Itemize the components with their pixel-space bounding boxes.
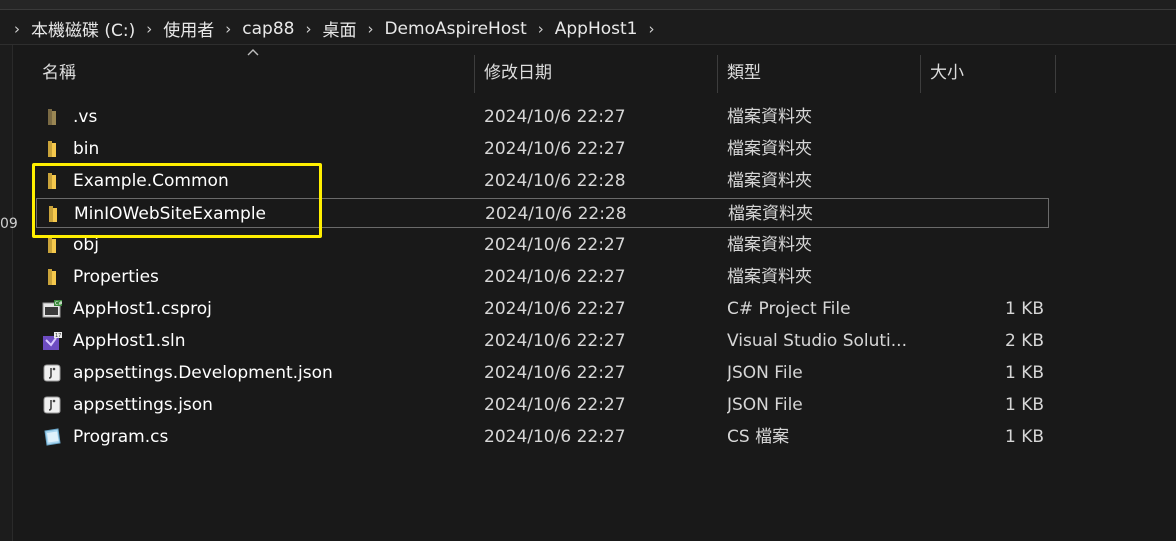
navigation-pane-fragment: 09	[0, 216, 18, 232]
file-date: 2024/10/6 22:27	[484, 267, 626, 287]
file-type: 檔案資料夾	[727, 171, 812, 191]
navigation-pane-edge	[0, 45, 13, 541]
file-size	[916, 230, 1044, 260]
file-row[interactable]: bin 2024/10/6 22:27 檔案資料夾	[36, 134, 1049, 164]
file-name: Properties	[73, 267, 159, 287]
svg-text:C#: C#	[55, 301, 62, 307]
file-row[interactable]: Program.cs 2024/10/6 22:27 CS 檔案 1 KB	[36, 422, 1049, 452]
chevron-right-icon[interactable]: ›	[6, 20, 28, 38]
title-bar-strip	[0, 0, 1176, 10]
folder-icon	[48, 237, 56, 253]
file-date: 2024/10/6 22:27	[484, 427, 626, 447]
file-date: 2024/10/6 22:27	[484, 299, 626, 319]
chevron-right-icon[interactable]: ›	[297, 20, 319, 38]
file-size	[916, 102, 1044, 132]
visual-studio-icon: 17	[43, 332, 62, 350]
file-date: 2024/10/6 22:27	[484, 107, 626, 127]
file-type: C# Project File	[727, 299, 851, 319]
file-name: .vs	[73, 107, 98, 127]
folder-icon	[48, 269, 56, 285]
breadcrumb: › 本機磁碟 (C:) › 使用者 › cap88 › 桌面 › DemoAsp…	[6, 16, 663, 42]
breadcrumb-item-user[interactable]: cap88	[239, 19, 297, 39]
file-type: Visual Studio Soluti...	[727, 331, 907, 351]
column-divider[interactable]	[474, 55, 475, 93]
file-date: 2024/10/6 22:27	[484, 363, 626, 383]
file-row[interactable]: C# AppHost1.csproj 2024/10/6 22:27 C# Pr…	[36, 294, 1049, 324]
title-bar-segment	[0, 0, 1000, 9]
chevron-right-icon[interactable]: ›	[359, 20, 381, 38]
column-divider[interactable]	[920, 55, 921, 93]
chevron-right-icon[interactable]: ›	[217, 20, 239, 38]
breadcrumb-item-drive[interactable]: 本機磁碟 (C:)	[28, 16, 138, 41]
column-divider[interactable]	[1055, 55, 1056, 93]
file-name: Program.cs	[73, 427, 169, 447]
column-divider[interactable]	[717, 55, 718, 93]
breadcrumb-item-project[interactable]: DemoAspireHost	[381, 19, 529, 39]
file-type: 檔案資料夾	[727, 267, 812, 287]
file-type: JSON File	[727, 363, 803, 383]
file-type: 檔案資料夾	[727, 139, 812, 159]
file-size	[916, 134, 1044, 164]
file-row[interactable]: 17 AppHost1.sln 2024/10/6 22:27 Visual S…	[36, 326, 1049, 356]
file-name: bin	[73, 139, 100, 159]
address-bar[interactable]: › 本機磁碟 (C:) › 使用者 › cap88 › 桌面 › DemoAsp…	[0, 10, 1176, 45]
file-size: 1 KB	[1004, 363, 1044, 383]
file-name: AppHost1.sln	[73, 331, 186, 351]
file-type: 檔案資料夾	[727, 107, 812, 127]
file-size	[916, 166, 1044, 196]
breadcrumb-item-desktop[interactable]: 桌面	[319, 16, 359, 41]
csproj-icon: C#	[42, 300, 62, 318]
file-date: 2024/10/6 22:28	[485, 204, 627, 224]
file-size: 1 KB	[1004, 427, 1044, 447]
breadcrumb-item-current[interactable]: AppHost1	[552, 19, 641, 39]
file-type: JSON File	[727, 395, 803, 415]
file-name: appsettings.Development.json	[73, 363, 333, 383]
file-date: 2024/10/6 22:27	[484, 395, 626, 415]
file-type: 檔案資料夾	[727, 235, 812, 255]
file-date: 2024/10/6 22:27	[484, 235, 626, 255]
file-row[interactable]: appsettings.Development.json 2024/10/6 2…	[36, 358, 1049, 388]
file-row[interactable]: Properties 2024/10/6 22:27 檔案資料夾	[36, 262, 1049, 292]
cs-file-icon	[44, 428, 61, 446]
column-header-row: 名稱 修改日期 類型 大小	[14, 55, 1064, 93]
file-size: 1 KB	[1004, 395, 1044, 415]
svg-text:17: 17	[55, 333, 61, 339]
folder-icon	[48, 109, 56, 125]
json-file-icon	[43, 364, 61, 382]
file-size: 2 KB	[1004, 331, 1044, 351]
json-file-icon	[43, 396, 61, 414]
file-date: 2024/10/6 22:27	[484, 139, 626, 159]
column-header-type[interactable]: 類型	[727, 55, 761, 93]
file-name: AppHost1.csproj	[73, 299, 212, 319]
column-header-name[interactable]: 名稱	[42, 55, 76, 93]
column-header-date[interactable]: 修改日期	[484, 55, 552, 93]
chevron-right-icon[interactable]: ›	[530, 20, 552, 38]
file-size: 1 KB	[1004, 299, 1044, 319]
breadcrumb-item-users[interactable]: 使用者	[160, 16, 217, 41]
chevron-right-icon[interactable]: ›	[641, 20, 663, 38]
chevron-right-icon[interactable]: ›	[138, 20, 160, 38]
folder-icon	[48, 141, 56, 157]
annotation-highlight-box	[32, 163, 322, 238]
column-header-size[interactable]: 大小	[930, 55, 964, 93]
file-row[interactable]: appsettings.json 2024/10/6 22:27 JSON Fi…	[36, 390, 1049, 420]
file-type: 檔案資料夾	[728, 204, 813, 224]
file-row[interactable]: .vs 2024/10/6 22:27 檔案資料夾	[36, 102, 1049, 132]
file-size	[916, 262, 1044, 292]
file-type: CS 檔案	[727, 427, 790, 447]
file-date: 2024/10/6 22:27	[484, 331, 626, 351]
file-size	[917, 199, 1045, 229]
file-date: 2024/10/6 22:28	[484, 171, 626, 191]
file-name: appsettings.json	[73, 395, 213, 415]
